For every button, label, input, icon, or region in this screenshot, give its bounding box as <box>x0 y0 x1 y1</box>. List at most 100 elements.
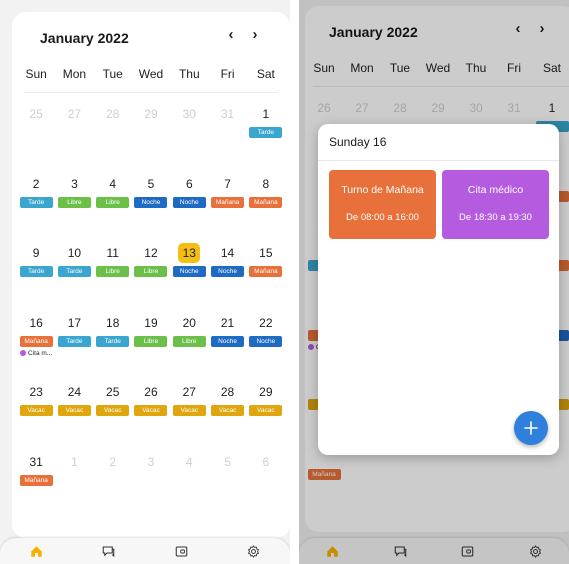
nav-item-wallet[interactable] <box>166 540 196 562</box>
day-cell[interactable]: 28 <box>94 104 132 174</box>
day-cell[interactable]: 8 Mañana <box>247 174 285 244</box>
day-number: 5 <box>224 454 231 469</box>
day-number: 15 <box>259 246 273 260</box>
day-number: 25 <box>29 107 43 121</box>
day-number: 6 <box>262 454 270 469</box>
day-number: 12 <box>144 246 158 260</box>
shift-tag: Noche <box>211 266 245 277</box>
nav-item-chat[interactable] <box>94 540 124 562</box>
shift-tag: Vacac <box>172 405 206 416</box>
month-title: January 2022 <box>40 30 129 46</box>
day-cell[interactable]: 6 Noche <box>170 174 208 244</box>
nav-item-home[interactable] <box>21 540 51 562</box>
day-number: 20 <box>182 315 196 330</box>
day-cell[interactable]: 5 <box>208 452 246 522</box>
appointment-card[interactable]: Cita médico De 18:30 a 19:30 <box>442 170 549 239</box>
day-cell[interactable]: 19 Libre <box>132 313 170 383</box>
appointment-card-time: De 18:30 a 19:30 <box>459 212 532 223</box>
day-cell[interactable]: 3 <box>132 452 170 522</box>
day-cell[interactable]: 2 <box>94 452 132 522</box>
event-dot-icon <box>20 350 27 356</box>
shift-tag: Libre <box>172 335 206 347</box>
shift-tag: Libre <box>57 196 91 208</box>
shift-tag: Libre <box>134 266 168 277</box>
day-cell[interactable]: 4 <box>170 452 208 522</box>
day-cell[interactable]: 15 Mañana <box>247 243 285 313</box>
modal-divider <box>318 160 559 161</box>
shift-tag: Noche <box>172 196 206 208</box>
day-cell[interactable]: 2 Tarde <box>17 174 55 244</box>
day-cell[interactable]: 3 Libre <box>55 174 93 244</box>
day-number: 31 <box>29 454 43 469</box>
day-cell[interactable]: 14 Noche <box>208 243 246 313</box>
day-cell[interactable]: 13 Noche <box>170 243 208 313</box>
shift-tag: Vacac <box>211 405 245 416</box>
day-number: 27 <box>67 107 82 121</box>
day-number: 30 <box>182 107 196 121</box>
nav-item-settings[interactable] <box>239 540 269 562</box>
day-cell[interactable]: 31 Mañana <box>17 452 55 522</box>
day-number: 8 <box>262 176 270 191</box>
shift-tag: Noche <box>211 335 245 347</box>
day-cell[interactable]: 29 Vacac <box>247 382 285 452</box>
day-number: 1 <box>71 454 78 469</box>
day-cell[interactable]: 25 Vacac <box>94 382 132 452</box>
day-cell[interactable]: 24 Vacac <box>55 382 93 452</box>
day-cell[interactable]: 31 <box>208 104 246 174</box>
day-number: 3 <box>147 454 155 469</box>
shift-tag: Vacac <box>19 405 53 416</box>
day-number: 11 <box>106 246 119 260</box>
day-cell[interactable]: 23 Vacac <box>17 382 55 452</box>
day-cell[interactable]: 4 Libre <box>94 174 132 244</box>
day-detail-modal: Sunday 16 Turno de Mañana De 08:00 a 16:… <box>318 124 559 455</box>
day-cell[interactable]: 27 <box>55 104 93 174</box>
day-cell[interactable]: 17 Tarde <box>55 313 93 383</box>
day-cell[interactable]: 21 Noche <box>208 313 246 383</box>
day-number: 28 <box>220 385 235 399</box>
day-cell[interactable]: 1 Tarde <box>247 104 285 174</box>
day-cell[interactable]: 10 Tarde <box>55 243 93 313</box>
day-number: 21 <box>220 315 235 330</box>
day-cell[interactable]: 27 Vacac <box>170 382 208 452</box>
day-cell[interactable]: 7 Mañana <box>208 174 246 244</box>
shift-tag: Mañana <box>249 266 283 277</box>
day-cell[interactable]: 12 Libre <box>132 243 170 313</box>
next-month-button[interactable]: › <box>245 26 265 43</box>
shift-tag: Tarde <box>249 127 283 138</box>
add-event-button[interactable] <box>514 411 548 445</box>
event-indicator: Cita m... <box>20 350 52 357</box>
day-cell[interactable]: 1 <box>55 452 93 522</box>
day-cell[interactable]: 30 <box>170 104 208 174</box>
day-cell[interactable]: 9 Tarde <box>17 243 55 313</box>
shift-tag: Libre <box>96 266 130 277</box>
day-cell[interactable]: 25 <box>17 104 55 174</box>
day-cell[interactable]: 26 Vacac <box>132 382 170 452</box>
calendar-screen-right: January 2022 ‹ › Sun Mon Tue Wed Thu Fri Sat 2… <box>299 0 569 564</box>
prev-month-button[interactable]: ‹ <box>221 26 241 43</box>
day-cell[interactable]: 18 Tarde <box>94 313 132 383</box>
shift-card-time: De 08:00 a 16:00 <box>346 212 419 223</box>
day-number: 17 <box>67 315 82 330</box>
weekday-label: Wed <box>138 67 164 81</box>
shift-tag: Mañana <box>249 196 283 208</box>
day-cell[interactable]: 22 Noche <box>247 313 285 383</box>
day-number: 3 <box>71 176 78 191</box>
shift-tag: Tarde <box>19 266 53 277</box>
day-cell[interactable]: 16 Mañana Cita m... <box>17 313 55 383</box>
shift-card[interactable]: Turno de Mañana De 08:00 a 16:00 <box>329 170 436 239</box>
shift-card-title: Turno de Mañana <box>341 184 424 196</box>
day-cell[interactable]: 5 Noche <box>132 174 170 244</box>
bottom-nav <box>0 538 290 564</box>
day-cell[interactable]: 6 <box>247 452 285 522</box>
day-cell[interactable]: 28 Vacac <box>208 382 246 452</box>
day-cell[interactable]: 29 <box>132 104 170 174</box>
day-cell[interactable]: 20 Libre <box>170 313 208 383</box>
day-cell[interactable]: 11 Libre <box>94 243 132 313</box>
calendar-screen-left: January 2022 ‹ › Sun Mon Tue Wed Thu Fri Sat 2… <box>0 0 290 564</box>
day-number: 29 <box>259 385 273 399</box>
day-number: 26 <box>144 385 158 399</box>
day-number: 18 <box>106 315 120 330</box>
weekday-header: Sun Mon Tue Wed Thu Fri Sat <box>17 67 285 81</box>
day-number: 25 <box>106 385 120 399</box>
appointment-card-title: Cita médico <box>467 184 524 196</box>
